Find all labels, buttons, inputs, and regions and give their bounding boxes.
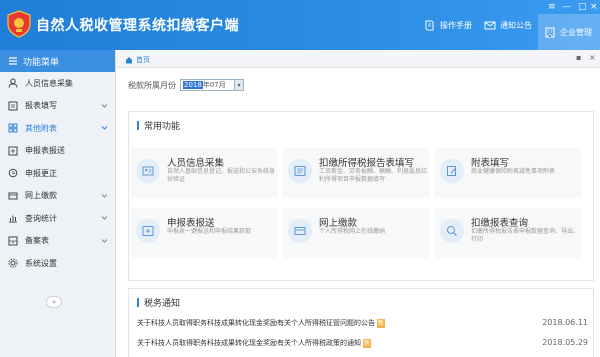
func-name: 扣缴报表查询: [471, 218, 529, 229]
notice-label: 通知公告: [500, 20, 532, 30]
sidebar-item-other-schedules[interactable]: 其他附表: [0, 117, 115, 140]
chevron-down-icon: [101, 216, 108, 220]
notice-date: 2018.06.11: [542, 318, 588, 327]
func-desc: 扣缴所得税报告表申报数据查询、导出、打印: [471, 228, 580, 243]
tab-bar: 首页 ▪ ×: [117, 50, 600, 68]
submit-doc-icon: [136, 219, 160, 243]
edit-doc-icon: [440, 159, 464, 183]
new-badge: 新: [363, 338, 372, 348]
func-card-withholding-report[interactable]: 扣缴所得税报告表填写 工资薪金、劳务报酬、稿酬、利息股息红利所得项目申报数据填写: [283, 148, 429, 198]
sidebar: 功能菜单 人员信息采集 报表填写 其他附表 申报表报送 申报更正 网上缴款 查询…: [0, 50, 116, 357]
func-name: 申报表报送: [167, 218, 215, 229]
func-name: 扣缴所得税报告表填写: [319, 158, 415, 169]
func-card-person-info[interactable]: 人员信息采集 自然人基础信息登记、报送和公安系统身份验证: [131, 148, 277, 198]
query-icon: [440, 219, 464, 243]
search-icon: [8, 168, 18, 178]
sidebar-item-label: 人员信息采集: [25, 78, 73, 88]
company-manage-label: 企业管理: [560, 27, 592, 37]
menu-list-icon: [9, 57, 17, 65]
sidebar-item-label: 报表填写: [25, 101, 57, 111]
func-desc: 自然人基础信息登记、报送和公安系统身份验证: [167, 168, 276, 183]
tab-restore-icon[interactable]: ▪: [576, 53, 581, 62]
app-header: 自然人税收管理系统扣缴客户端 ≡ — □ × 操作手册 通知公告 企业管理: [0, 0, 600, 50]
mail-icon: [484, 21, 496, 30]
sidebar-item-submit[interactable]: 申报表报送: [0, 140, 115, 163]
chevron-down-icon: [101, 193, 108, 198]
sidebar-item-online-payment[interactable]: 网上缴款: [0, 185, 115, 208]
func-desc: 商业健康保险附表减免事项附表: [471, 168, 556, 175]
notice-text: 关于科技人员取得职务科技成果转化现金奖励有关个人所得税政策的通知: [137, 339, 361, 347]
func-desc: 工资薪金、劳务报酬、稿酬、利息股息红利所得项目申报数据填写: [319, 168, 428, 183]
grid-icon: [8, 123, 18, 133]
tax-period-label: 税款所属月份: [128, 80, 176, 90]
maximize-icon[interactable]: □: [578, 2, 587, 12]
minimize-icon[interactable]: —: [562, 2, 571, 12]
chart-icon: [9, 215, 17, 223]
notice-button[interactable]: 通知公告: [478, 0, 538, 50]
sidebar-collapse-button[interactable]: «: [46, 296, 62, 308]
func-name: 网上缴款: [319, 218, 358, 229]
tab-home-label: 首页: [136, 55, 150, 64]
app-title: 自然人税收管理系统扣缴客户端: [36, 18, 239, 34]
func-card-schedule-fill[interactable]: 附表填写 商业健康保险附表减免事项附表: [435, 148, 581, 198]
book-icon: [425, 20, 434, 31]
sidebar-item-correction[interactable]: 申报更正: [0, 162, 115, 185]
func-desc: 申报表一键报送和申报结果获取: [167, 228, 252, 235]
chevron-down-icon: [101, 103, 108, 108]
func-desc: 个人所得税网上在线缴纳: [319, 228, 386, 235]
manual-button[interactable]: 操作手册: [418, 0, 478, 50]
person-icon: [8, 78, 18, 88]
tax-period-year: 2018: [183, 81, 203, 89]
sidebar-item-label: 查询统计: [25, 213, 57, 223]
tax-period-selector: 税款所属月份 2018 年07月 ▾: [128, 79, 244, 91]
tax-emblem-icon: [7, 10, 31, 38]
notice-item[interactable]: 关于科技人员取得职务科技成果转化现金奖励有关个人所得税政策的通知 新: [137, 338, 372, 348]
sidebar-item-label: 其他附表: [25, 123, 57, 133]
report-fill-icon: [288, 159, 312, 183]
func-name: 附表填写: [471, 158, 510, 169]
sidebar-title: 功能菜单: [23, 57, 60, 68]
func-card-online-payment[interactable]: 网上缴款 个人所得税网上在线缴纳: [283, 208, 429, 258]
sidebar-item-label: 系统设置: [25, 258, 57, 268]
sidebar-item-settings[interactable]: 系统设置: [0, 252, 115, 275]
notice-date: 2018.05.29: [542, 338, 588, 347]
sidebar-item-label: 网上缴款: [25, 191, 57, 201]
manual-label: 操作手册: [440, 20, 472, 30]
home-icon: [126, 56, 132, 63]
chevron-down-icon: [101, 126, 108, 130]
gear-icon: [8, 258, 18, 268]
form-icon: [8, 101, 18, 111]
card-icon: [8, 192, 18, 200]
sidebar-item-person-info[interactable]: 人员信息采集: [0, 72, 115, 95]
notice-item[interactable]: 关于科技人员取得职务科技成果转化现金奖励有关个人所得税征管问题的公告 新: [137, 318, 386, 328]
menu-icon[interactable]: ≡: [548, 2, 556, 12]
new-badge: 新: [377, 318, 386, 328]
common-functions-title: 常用功能: [137, 119, 180, 132]
tax-notices-title: 税务通知: [137, 296, 180, 309]
person-card-icon: [136, 159, 160, 183]
send-icon: [8, 146, 18, 156]
func-card-submit[interactable]: 申报表报送 申报表一键报送和申报结果获取: [131, 208, 277, 258]
sidebar-item-label: 申报更正: [25, 168, 57, 178]
func-name: 人员信息采集: [167, 158, 225, 169]
calendar-dropdown-icon[interactable]: ▾: [234, 80, 243, 90]
notice-text: 关于科技人员取得职务科技成果转化现金奖励有关个人所得税征管问题的公告: [137, 319, 375, 327]
tab-home[interactable]: 首页: [125, 53, 150, 66]
tax-period-month: 年07月: [202, 81, 226, 89]
tax-period-input[interactable]: 2018 年07月 ▾: [180, 79, 244, 91]
payment-card-icon: [288, 219, 312, 243]
building-icon: [545, 27, 555, 38]
tab-close-icon[interactable]: ×: [589, 53, 596, 62]
archive-icon: [8, 236, 18, 246]
sidebar-item-filing-forms[interactable]: 备案表: [0, 230, 115, 253]
sidebar-header: 功能菜单: [0, 50, 115, 72]
sidebar-item-label: 申报表报送: [25, 146, 65, 156]
sidebar-item-label: 备案表: [25, 236, 49, 246]
chevron-down-icon: [101, 238, 108, 243]
company-manage-button[interactable]: 企业管理: [538, 14, 600, 50]
sidebar-item-report-fill[interactable]: 报表填写: [0, 95, 115, 118]
func-card-report-query[interactable]: 扣缴报表查询 扣缴所得税报告表申报数据查询、导出、打印: [435, 208, 581, 258]
close-icon[interactable]: ×: [590, 2, 598, 12]
sidebar-item-query-stats[interactable]: 查询统计: [0, 207, 115, 230]
